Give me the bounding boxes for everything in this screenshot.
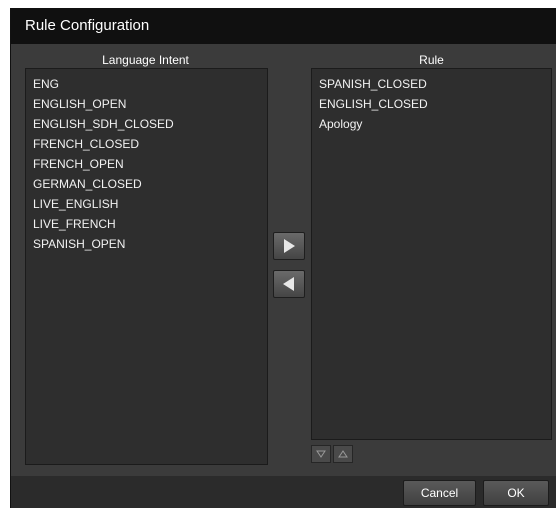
dialog-title: Rule Configuration (11, 8, 556, 44)
list-item[interactable]: GERMAN_CLOSED (33, 176, 267, 196)
move-left-button[interactable] (273, 270, 305, 298)
rule-list[interactable]: SPANISH_CLOSED ENGLISH_CLOSED Apology (311, 68, 552, 440)
triangle-right-icon (284, 239, 295, 253)
list-item[interactable]: SPANISH_OPEN (33, 236, 267, 256)
dialog-footer: Cancel OK (11, 476, 556, 508)
triangle-up-icon (338, 450, 348, 458)
list-item[interactable]: Apology (319, 116, 551, 136)
language-intent-list[interactable]: ENG ENGLISH_OPEN ENGLISH_SDH_CLOSED FREN… (25, 68, 268, 465)
list-item[interactable]: LIVE_FRENCH (33, 216, 267, 236)
triangle-left-icon (283, 277, 294, 291)
rule-header: Rule (419, 53, 444, 67)
list-item[interactable]: ENG (33, 76, 267, 96)
rule-configuration-dialog: Rule Configuration Language Intent Rule … (10, 8, 556, 508)
cancel-button[interactable]: Cancel (403, 480, 476, 506)
list-item[interactable]: ENGLISH_OPEN (33, 96, 267, 116)
move-down-button[interactable] (311, 445, 331, 463)
list-item[interactable]: SPANISH_CLOSED (319, 76, 551, 96)
list-item[interactable]: ENGLISH_CLOSED (319, 96, 551, 116)
dialog-content: Language Intent Rule ENG ENGLISH_OPEN EN… (11, 44, 556, 476)
list-item[interactable]: LIVE_ENGLISH (33, 196, 267, 216)
list-item[interactable]: FRENCH_CLOSED (33, 136, 267, 156)
triangle-down-icon (316, 450, 326, 458)
move-right-button[interactable] (273, 232, 305, 260)
list-item[interactable]: FRENCH_OPEN (33, 156, 267, 176)
move-up-button[interactable] (333, 445, 353, 463)
language-intent-header: Language Intent (102, 53, 189, 67)
ok-button[interactable]: OK (483, 480, 549, 506)
list-item[interactable]: ENGLISH_SDH_CLOSED (33, 116, 267, 136)
